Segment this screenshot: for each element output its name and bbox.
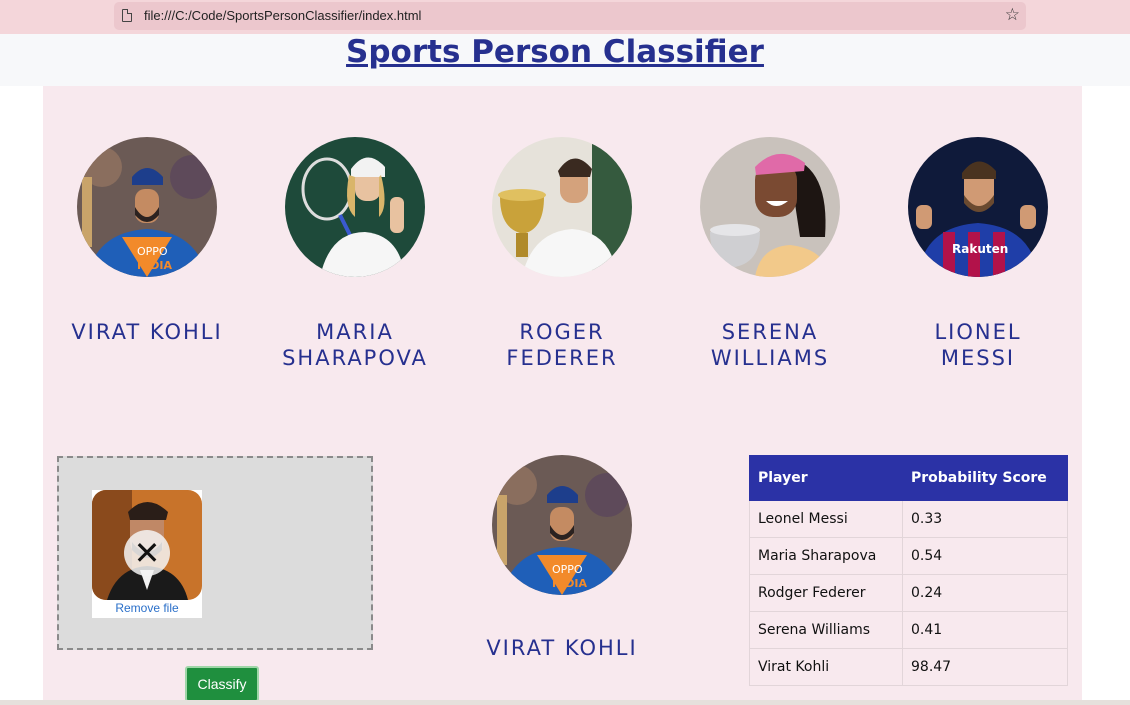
- result-player-name: VIRAT KOHLI: [486, 636, 638, 660]
- player-name: LIONEL MESSI: [934, 320, 1022, 370]
- image-dropzone[interactable]: ✕ Remove file: [57, 456, 373, 650]
- classify-button[interactable]: Classify: [185, 666, 259, 702]
- player-name: SERENA WILLIAMS: [710, 320, 830, 370]
- player-name: VIRAT KOHLI: [71, 320, 223, 344]
- player-name: ROGER FEDERER: [506, 320, 618, 370]
- table-row: Maria Sharapova 0.54: [749, 537, 1068, 575]
- table-row: Leonel Messi 0.33: [749, 500, 1068, 538]
- svg-text:Rakuten: Rakuten: [952, 242, 1008, 256]
- player-name: MARIA SHARAPOVA: [282, 320, 428, 370]
- virat-kohli-photo: OPPO INDIA: [77, 137, 217, 277]
- score-cell: 0.41: [902, 611, 1068, 649]
- player-card-roger-federer: ROGER FEDERER: [472, 137, 652, 371]
- remove-file-link[interactable]: Remove file: [92, 601, 202, 615]
- player-cell: Leonel Messi: [749, 500, 903, 538]
- table-row: Virat Kohli 98.47: [749, 648, 1068, 686]
- svg-text:OPPO: OPPO: [552, 563, 583, 576]
- close-x-icon[interactable]: ✕: [124, 530, 170, 576]
- file-page-icon: [122, 9, 132, 22]
- address-bar[interactable]: file:///C:/Code/SportsPersonClassifier/i…: [114, 2, 1026, 30]
- uploaded-thumbnail: ✕ Remove file: [92, 490, 202, 618]
- svg-text:INDIA: INDIA: [552, 577, 588, 590]
- score-cell: 0.24: [902, 574, 1068, 612]
- page-header: Sports Person Classifier: [0, 34, 1130, 86]
- player-card-serena-williams: SERENA WILLIAMS: [680, 137, 860, 371]
- bottom-edge: [0, 700, 1130, 705]
- score-cell: 0.33: [902, 500, 1068, 538]
- svg-text:INDIA: INDIA: [137, 259, 173, 272]
- player-card-virat-kohli: OPPO INDIA VIRAT KOHLI: [57, 137, 237, 345]
- url-text[interactable]: file:///C:/Code/SportsPersonClassifier/i…: [144, 8, 421, 23]
- browser-toolbar: file:///C:/Code/SportsPersonClassifier/i…: [0, 0, 1130, 34]
- result-player-photo: OPPO INDIA: [492, 455, 632, 595]
- lionel-messi-photo: Rakuten: [908, 137, 1048, 277]
- table-header-row: Player Probability Score: [749, 455, 1068, 501]
- roger-federer-photo: [492, 137, 632, 277]
- column-header-player: Player: [749, 455, 903, 501]
- table-row: Rodger Federer 0.24: [749, 574, 1068, 612]
- player-cell: Virat Kohli: [749, 648, 903, 686]
- column-header-probability: Probability Score: [902, 455, 1068, 501]
- classification-result: OPPO INDIA VIRAT KOHLI: [472, 455, 652, 661]
- serena-williams-photo: [700, 137, 840, 277]
- svg-text:OPPO: OPPO: [137, 245, 168, 258]
- player-cell: Serena Williams: [749, 611, 903, 649]
- player-card-maria-sharapova: MARIA SHARAPOVA: [265, 137, 445, 371]
- player-cell: Rodger Federer: [749, 574, 903, 612]
- maria-sharapova-photo: [285, 137, 425, 277]
- score-cell: 0.54: [902, 537, 1068, 575]
- player-card-lionel-messi: Rakuten LIONEL MESSI: [888, 137, 1068, 371]
- player-cell: Maria Sharapova: [749, 537, 903, 575]
- probability-table: Player Probability Score Leonel Messi 0.…: [749, 455, 1068, 686]
- table-row: Serena Williams 0.41: [749, 611, 1068, 649]
- page-title: Sports Person Classifier: [346, 34, 764, 70]
- score-cell: 98.47: [902, 648, 1068, 686]
- bookmark-star-icon[interactable]: ☆: [1005, 5, 1020, 25]
